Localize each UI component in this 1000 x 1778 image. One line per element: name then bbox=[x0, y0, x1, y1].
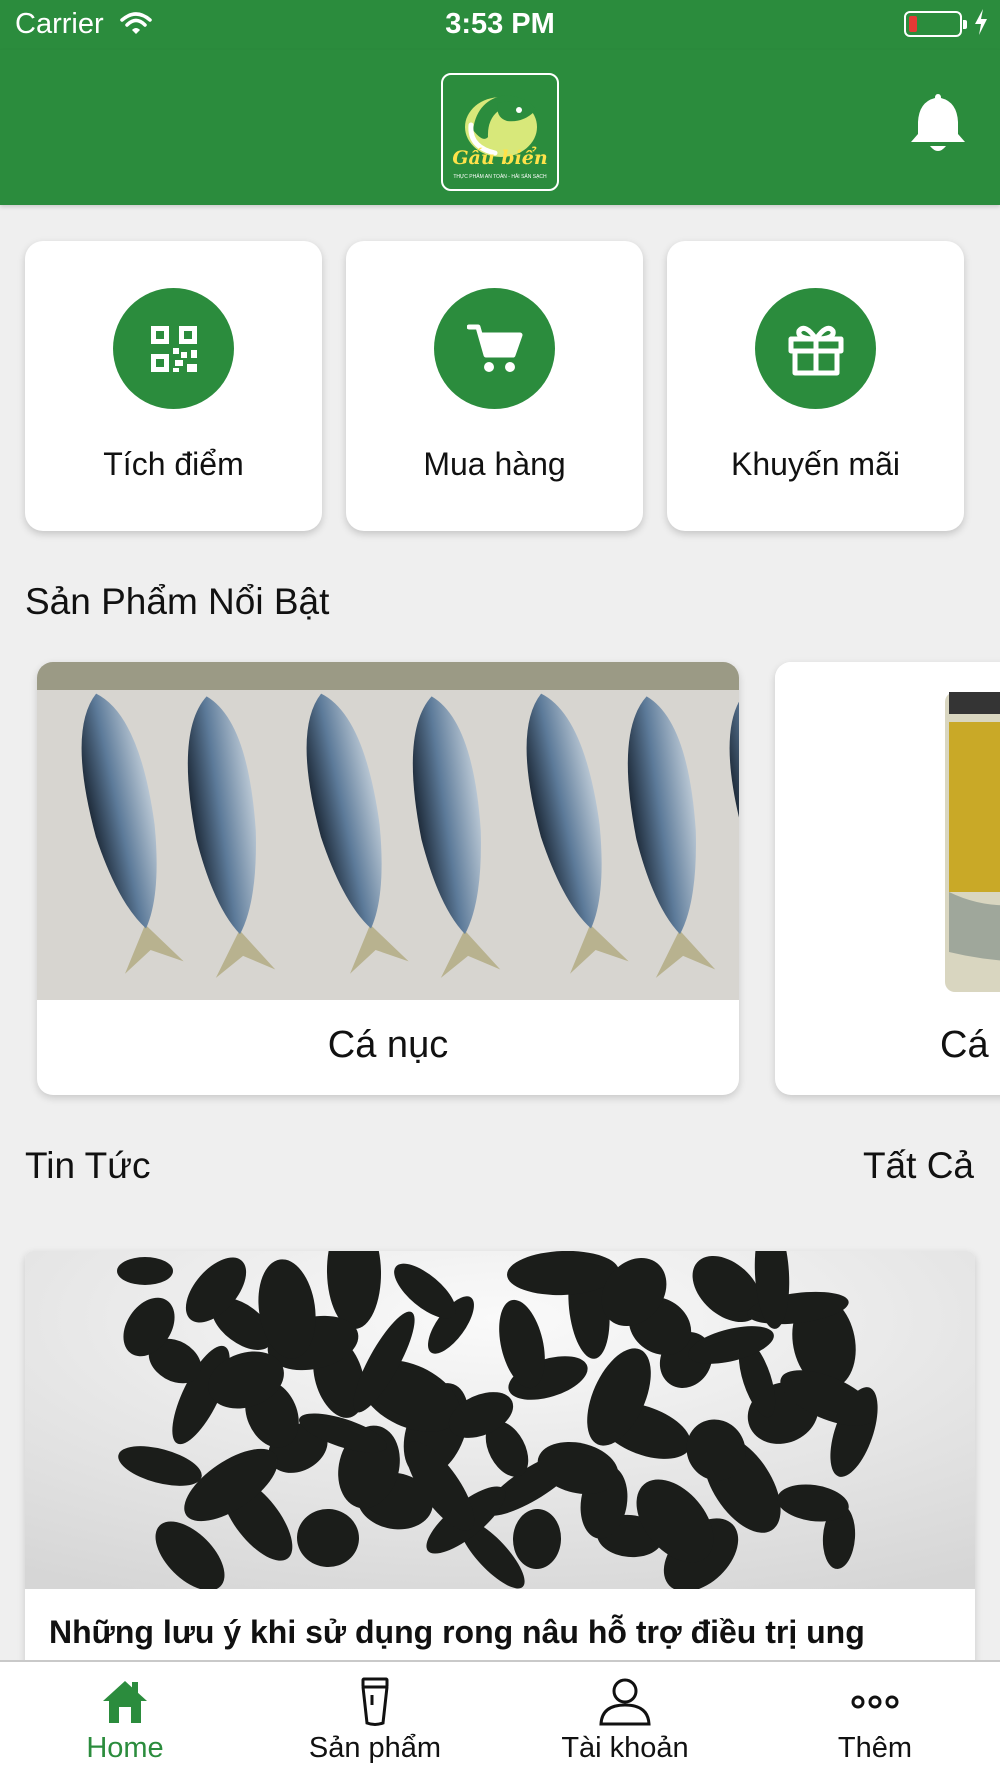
quick-action-tich-diem[interactable]: Tích điểm bbox=[25, 241, 322, 531]
cart-icon bbox=[434, 288, 555, 409]
quick-action-mua-hang[interactable]: Mua hàng bbox=[346, 241, 643, 531]
battery-icon bbox=[904, 11, 967, 37]
product-name: Cá nục bbox=[327, 1024, 449, 1066]
news-image bbox=[25, 1251, 975, 1592]
see-all-link[interactable]: Tất Cả bbox=[863, 1145, 974, 1187]
brand-name: Gấu biển bbox=[452, 147, 548, 169]
quick-action-label: Khuyến mãi bbox=[731, 446, 900, 482]
product-icon bbox=[250, 1677, 500, 1727]
quick-action-label: Mua hàng bbox=[423, 446, 566, 482]
quick-action-label: Tích điểm bbox=[103, 446, 244, 482]
news-title: Những lưu ý khi sử dụng rong nâu hỗ trợ … bbox=[49, 1614, 865, 1650]
tab-home[interactable]: Home bbox=[0, 1662, 250, 1778]
tab-label: Home bbox=[86, 1732, 164, 1764]
quick-action-khuyen-mai[interactable]: Khuyến mãi bbox=[667, 241, 964, 531]
brand-slogan: THỰC PHẨM AN TOÀN - HẢI SẢN SẠCH bbox=[453, 174, 547, 180]
tab-them[interactable]: Thêm bbox=[750, 1662, 1000, 1778]
user-icon bbox=[500, 1677, 750, 1727]
qr-code-icon bbox=[113, 288, 234, 409]
tab-label: Thêm bbox=[837, 1732, 913, 1764]
home-icon bbox=[0, 1677, 250, 1727]
product-image bbox=[775, 662, 1000, 1000]
news-section-title: Tin Tức bbox=[25, 1145, 151, 1186]
more-icon bbox=[750, 1677, 1000, 1727]
tab-san-pham[interactable]: Sản phẩm bbox=[250, 1662, 500, 1778]
tab-tai-khoan[interactable]: Tài khoản bbox=[500, 1662, 750, 1778]
news-card[interactable]: Những lưu ý khi sử dụng rong nâu hỗ trợ … bbox=[25, 1251, 975, 1691]
product-card[interactable]: Cá bbox=[775, 662, 1000, 1095]
brand-logo: Gấu biển THỰC PHẨM AN TOÀN - HẢI SẢN SẠC… bbox=[441, 73, 559, 191]
bell-icon[interactable] bbox=[907, 90, 969, 161]
product-card[interactable]: Cá nục bbox=[37, 662, 739, 1095]
charging-bolt-icon bbox=[974, 9, 988, 43]
tab-label: Tài khoản bbox=[561, 1732, 689, 1764]
featured-section-title: Sản Phẩm Nổi Bật bbox=[25, 581, 330, 622]
tab-label: Sản phẩm bbox=[308, 1732, 442, 1764]
status-bar: Carrier 3:53 PM bbox=[0, 0, 1000, 50]
status-time: 3:53 PM bbox=[445, 8, 555, 40]
bottom-tab-bar: Home Sản phẩm Tài khoản Thêm bbox=[0, 1660, 1000, 1778]
product-name: Cá bbox=[940, 1024, 989, 1066]
product-image bbox=[37, 662, 739, 1000]
gift-icon bbox=[755, 288, 876, 409]
app-header: Gấu biển THỰC PHẨM AN TOÀN - HẢI SẢN SẠC… bbox=[0, 50, 1000, 205]
